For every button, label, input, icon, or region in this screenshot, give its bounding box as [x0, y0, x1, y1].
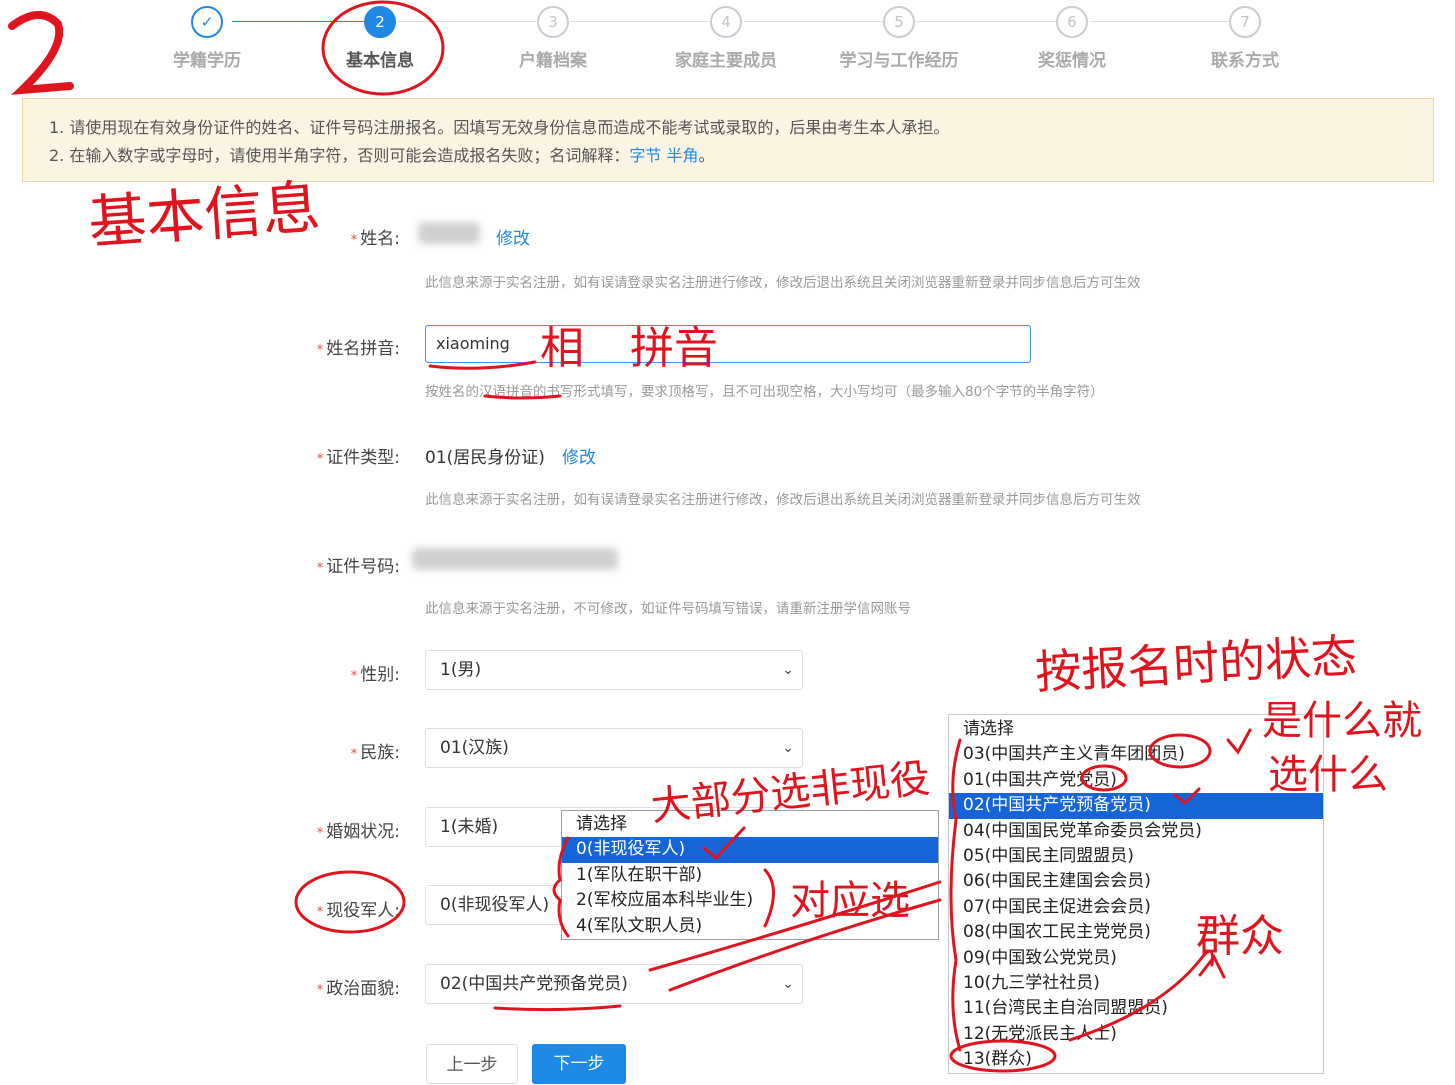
annotation-bracket	[763, 868, 775, 928]
annotation-masses-note: 群众	[1196, 911, 1284, 962]
annotation-bracket	[949, 738, 962, 1052]
annotation-circle	[1080, 764, 1128, 792]
annotation-arrow	[1068, 949, 1214, 1042]
check-icon	[1173, 787, 1201, 806]
annotation-pinyin-prefix: 相	[540, 323, 584, 374]
annotation-match-note: 对应选	[790, 878, 910, 924]
annotation-circle	[949, 1039, 1057, 1073]
annotation-status-3: 选什么	[1268, 752, 1388, 798]
annotation-underline	[493, 1004, 622, 1012]
annotation-circle	[294, 870, 406, 934]
annotation-circle	[1148, 733, 1212, 769]
annotation-underline	[483, 394, 562, 400]
annotation-circle	[321, 0, 445, 96]
annotation-number	[8, 11, 74, 95]
annotation-section-title: 基本信息	[86, 172, 323, 257]
check-icon	[702, 826, 746, 861]
check-icon	[1226, 728, 1252, 755]
annotation-bracket	[552, 836, 570, 938]
annotation-underline	[428, 360, 537, 370]
annotation-pinyin-note: 拼音	[630, 323, 718, 374]
annotation-status-2: 是什么就	[1262, 698, 1422, 744]
